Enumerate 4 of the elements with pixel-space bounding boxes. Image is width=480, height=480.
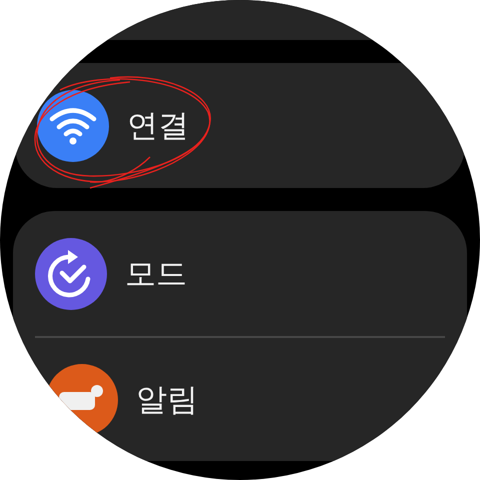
wifi-icon xyxy=(48,106,98,146)
menu-item-label[interactable]: 알림 xyxy=(136,378,198,420)
menu-item-label[interactable]: 연결 xyxy=(127,104,189,146)
menu-item-label[interactable]: 모드 xyxy=(125,252,187,294)
